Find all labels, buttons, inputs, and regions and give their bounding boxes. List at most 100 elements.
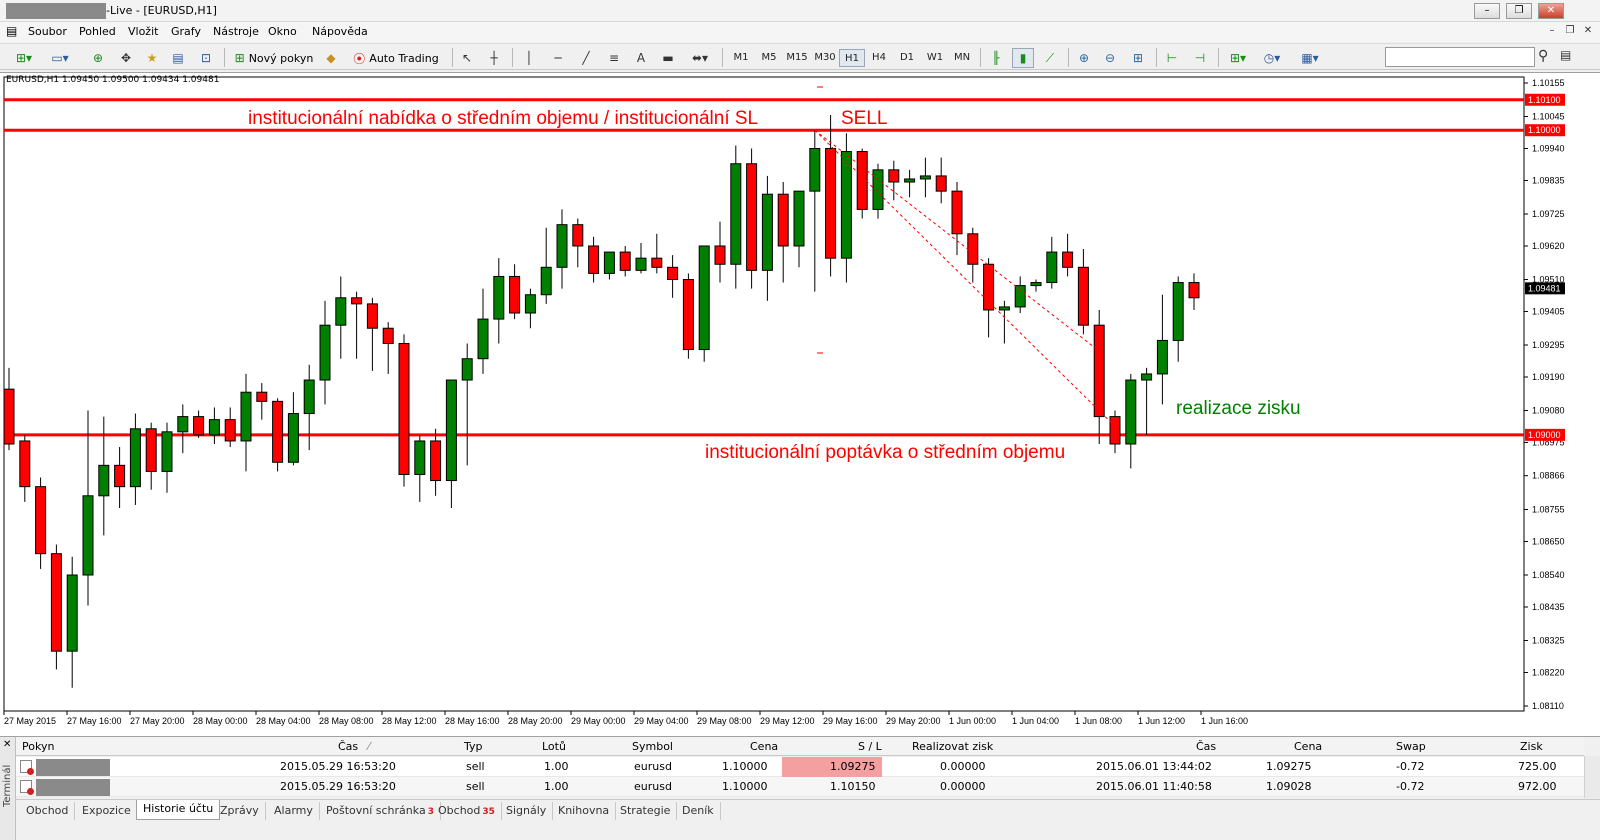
tile-windows-icon[interactable]: ⊞ (1128, 48, 1148, 68)
navigator-icon[interactable]: ✥ (116, 48, 136, 68)
swap: -0.72 (1396, 780, 1425, 793)
metaeditor-icon[interactable]: ◆ (322, 48, 340, 68)
table-row[interactable]: 2015.05.29 16:53:20 sell 1.00 eurusd 1.1… (16, 777, 1584, 797)
trendline-icon[interactable]: ╱ (576, 48, 596, 68)
col-typ[interactable]: Typ (464, 740, 483, 753)
market-badge: 35 (482, 807, 495, 817)
menu-soubor[interactable]: Soubor (28, 25, 67, 38)
menu-grafy[interactable]: Grafy (171, 25, 201, 38)
tab-expozice[interactable]: Expozice (76, 802, 138, 820)
close-button[interactable]: ✕ (1538, 3, 1564, 19)
time-axis-label: 29 May 12:00 (760, 716, 815, 726)
favorites-icon[interactable]: ★ (142, 48, 162, 68)
bar-chart-icon[interactable]: ╟ (986, 48, 1006, 68)
mdi-close-button[interactable]: ✕ (1580, 24, 1596, 38)
tab-alarmy[interactable]: Alarmy (268, 802, 320, 820)
bear-candle (777, 193, 789, 247)
menu-okno[interactable]: Okno (268, 25, 297, 38)
chart-window[interactable]: 1.10155 1.10045 1.09940 1.09835 1.09725 1.096… (0, 72, 1600, 736)
candlestick-icon[interactable]: ▮ (1012, 48, 1034, 68)
cursor-icon[interactable]: ↖ (458, 48, 476, 68)
tab-obchod-market[interactable]: Obchod 35 (432, 802, 502, 820)
chart-header: EURUSD,H1 1.09450 1.09500 1.09434 1.0948… (6, 75, 220, 85)
tab-zpravy[interactable]: Zprávy (214, 802, 266, 820)
tf-h4[interactable]: H4 (866, 49, 892, 67)
bull-candle (1125, 379, 1137, 445)
col-realizovat-zisk[interactable]: Realizovat zisk (912, 740, 993, 753)
col-lotu[interactable]: Lotů (542, 740, 566, 753)
tab-historie-uctu[interactable]: Historie účtu (136, 800, 221, 820)
zoom-in-icon[interactable]: ⊕ (1074, 48, 1094, 68)
app-icon[interactable]: ▤ (6, 24, 17, 38)
tf-m1[interactable]: M1 (728, 49, 754, 67)
new-chart-icon[interactable]: ⊞▾ (8, 48, 40, 68)
col-pokyn[interactable]: Pokyn (22, 740, 54, 753)
menu-pohled[interactable]: Pohled (79, 25, 116, 38)
menu-vlozit[interactable]: Vložit (128, 25, 158, 38)
autoscroll-icon[interactable]: ⊣ (1190, 48, 1210, 68)
text-tool-icon[interactable]: A (632, 48, 650, 68)
new-order-icon: ⊞ (234, 51, 245, 65)
chart-shift-icon[interactable]: ⊢ (1162, 48, 1182, 68)
tab-knihovna[interactable]: Knihovna (552, 802, 617, 820)
arrows-icon[interactable]: ⬌▾ (686, 48, 714, 68)
tf-m15[interactable]: M15 (784, 49, 810, 67)
tf-m30[interactable]: M30 (812, 49, 838, 67)
tf-w1[interactable]: W1 (922, 49, 948, 67)
col-cas-close[interactable]: Čas (1196, 740, 1216, 753)
col-cena-close[interactable]: Cena (1294, 740, 1322, 753)
horizontal-line-icon[interactable]: ─ (548, 48, 568, 68)
bull-candle (635, 257, 647, 271)
col-sl[interactable]: S / L (858, 740, 882, 753)
crosshair-icon[interactable]: ┼ (484, 48, 504, 68)
tab-denik[interactable]: Deník (676, 802, 721, 820)
search-input[interactable] (1385, 47, 1535, 67)
label-tool-icon[interactable]: ▬ (658, 48, 678, 68)
table-row[interactable]: 2015.05.29 16:53:20 sell 1.00 eurusd 1.1… (16, 757, 1584, 777)
minimize-button[interactable]: – (1474, 3, 1500, 19)
menu-napoveda[interactable]: Nápověda (312, 25, 368, 38)
search-icon[interactable]: ⚲ (1538, 48, 1548, 64)
tab-obchod[interactable]: Obchod (20, 802, 76, 820)
tester-icon[interactable]: ⊡ (196, 48, 216, 68)
close-icon[interactable]: ✕ (3, 739, 11, 750)
col-zisk[interactable]: Zisk (1520, 740, 1543, 753)
tf-d1[interactable]: D1 (894, 49, 920, 67)
vertical-line-icon[interactable]: │ (520, 48, 538, 68)
col-symbol[interactable]: Symbol (632, 740, 673, 753)
tab-strategie[interactable]: Strategie (614, 802, 678, 820)
col-cena[interactable]: Cena (750, 740, 778, 753)
menu-nastroje[interactable]: Nástroje (213, 25, 259, 38)
time-axis-label: 28 May 12:00 (382, 716, 437, 726)
time-axis-label: 27 May 20:00 (130, 716, 185, 726)
zoom-out-icon[interactable]: ⊖ (1100, 48, 1120, 68)
price-chart[interactable]: 1.10155 1.10045 1.09940 1.09835 1.09725 1.096… (0, 73, 1600, 737)
mdi-minimize-button[interactable]: – (1544, 24, 1560, 38)
time-axis-label: 28 May 00:00 (193, 716, 248, 726)
tab-signaly[interactable]: Signály (500, 802, 554, 820)
maximize-button[interactable]: ❐ (1506, 3, 1532, 19)
indicators-icon[interactable]: ⊞▾ (1224, 48, 1252, 68)
col-swap[interactable]: Swap (1396, 740, 1426, 753)
bear-candle (651, 257, 663, 268)
terminal-icon[interactable]: ▤ (168, 48, 188, 68)
market-watch-icon[interactable]: ⊕ (88, 48, 108, 68)
profiles-icon[interactable]: ▭▾ (44, 48, 76, 68)
close-price: 1.09028 (1266, 780, 1312, 793)
fibonacci-icon[interactable]: ≡ (604, 48, 624, 68)
mdi-restore-button[interactable]: ❐ (1562, 24, 1578, 38)
new-order-button[interactable]: ⊞ Nový pokyn (232, 48, 316, 68)
auto-trading-button[interactable]: ⦿ Auto Trading (348, 48, 444, 68)
line-chart-icon[interactable]: ⟋ (1040, 48, 1060, 68)
vertical-scrollbar[interactable] (1584, 756, 1600, 798)
tab-postovni-schranka[interactable]: Poštovní schránka 3 (320, 802, 441, 820)
price-axis-label: 1.09190 (1532, 372, 1565, 382)
periods-icon[interactable]: ◷▾ (1258, 48, 1286, 68)
tf-mn[interactable]: MN (949, 49, 975, 67)
tf-m5[interactable]: M5 (756, 49, 782, 67)
col-cas[interactable]: Čas (338, 740, 358, 753)
templates-icon[interactable]: ▦▾ (1294, 48, 1326, 68)
search-dropdown-icon[interactable]: ▤ (1560, 48, 1571, 62)
tf-h1[interactable]: H1 (839, 49, 865, 67)
lots: 1.00 (544, 780, 569, 793)
